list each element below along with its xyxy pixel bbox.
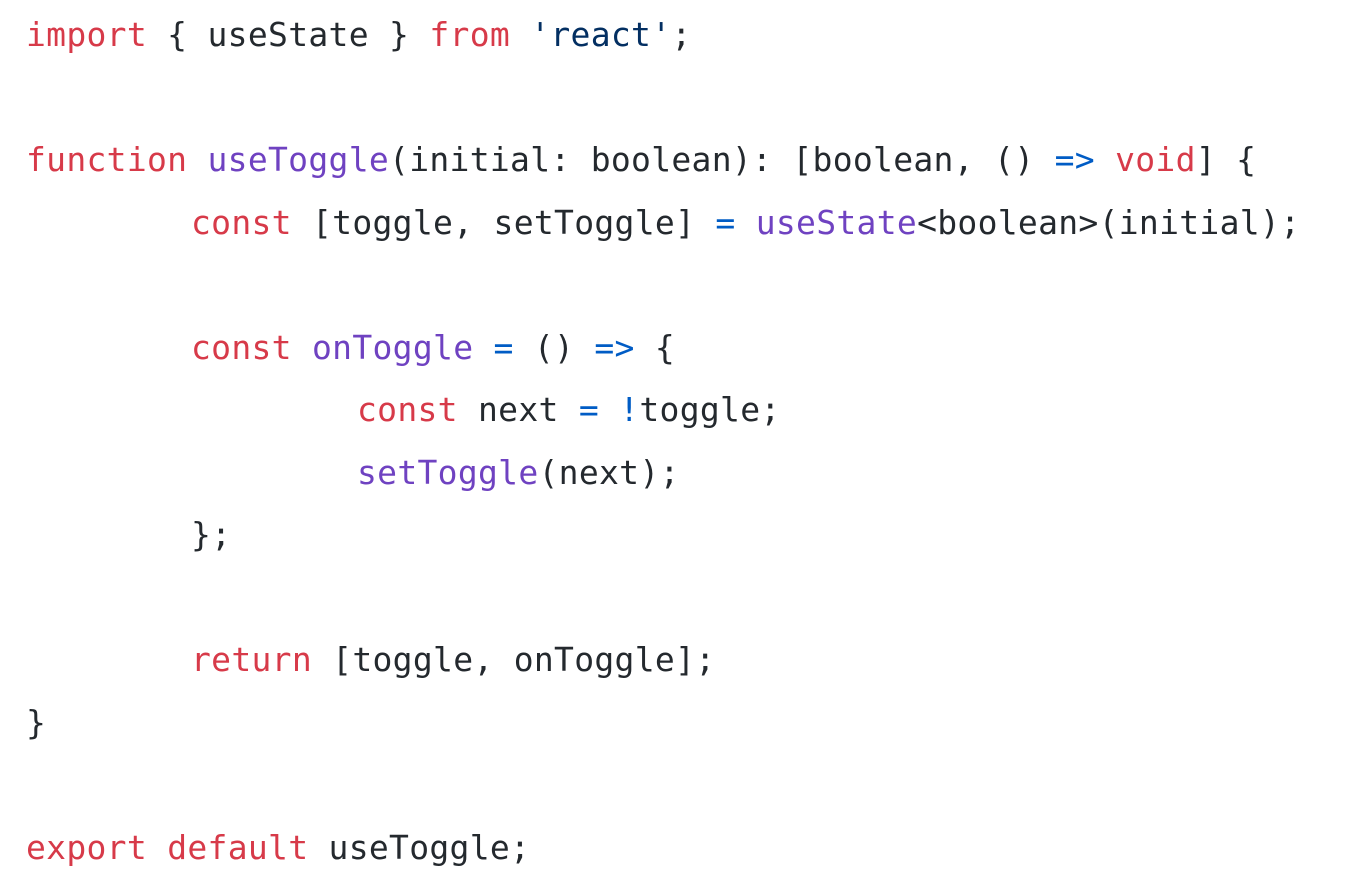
code-space (187, 140, 207, 179)
assign-operator: = (494, 328, 514, 367)
code-line-14: export default useToggle; (26, 817, 1346, 879)
string-literal: 'react' (530, 15, 671, 54)
keyword-const: const (191, 203, 292, 242)
code-text: next (458, 390, 579, 429)
keyword-void: void (1115, 140, 1196, 179)
keyword-return: return (191, 640, 312, 679)
function-name: setToggle (357, 453, 539, 492)
code-line-2 (26, 67, 1346, 130)
code-line-1: import { useState } from 'react'; (26, 4, 1346, 67)
code-line-9: }; (26, 504, 1346, 567)
code-line-8: setToggle(next); (26, 442, 1346, 505)
code-space (599, 390, 619, 429)
code-text: useToggle; (308, 828, 530, 867)
not-operator: ! (619, 390, 639, 429)
code-text: (initial: boolean): [boolean, () (389, 140, 1055, 179)
function-name: useState (756, 203, 917, 242)
keyword-from: from (429, 15, 510, 54)
keyword-default: default (167, 828, 308, 867)
code-text: <boolean>(initial); (917, 203, 1300, 242)
keyword-export: export (26, 828, 147, 867)
code-text: { useState } (147, 15, 429, 54)
keyword-import: import (26, 15, 147, 54)
code-line-5 (26, 254, 1346, 317)
code-text: ; (671, 15, 691, 54)
code-line-11: return [toggle, onToggle]; (26, 629, 1346, 692)
code-text: () (514, 328, 595, 367)
code-space (473, 328, 493, 367)
code-space (147, 828, 167, 867)
keyword-const: const (357, 390, 458, 429)
code-text: } (26, 703, 46, 742)
keyword-function: function (26, 140, 187, 179)
function-name: useToggle (208, 140, 390, 179)
assign-operator: = (579, 390, 599, 429)
code-text: toggle; (639, 390, 780, 429)
arrow-operator: => (1055, 140, 1095, 179)
code-line-3: function useToggle(initial: boolean): [b… (26, 129, 1346, 192)
code-line-7: const next = !toggle; (26, 379, 1346, 442)
code-text: (next); (539, 453, 680, 492)
function-name: onToggle (312, 328, 473, 367)
code-space (1095, 140, 1115, 179)
code-line-10 (26, 567, 1346, 630)
code-text: [toggle, onToggle]; (312, 640, 715, 679)
code-line-6: const onToggle = () => { (26, 317, 1346, 380)
arrow-operator: => (594, 328, 634, 367)
code-space (292, 328, 312, 367)
code-line-4: const [toggle, setToggle] = useState<boo… (26, 192, 1346, 255)
assign-operator: = (715, 203, 735, 242)
code-space (736, 203, 756, 242)
code-text: { (635, 328, 675, 367)
code-space (510, 15, 530, 54)
code-line-13 (26, 754, 1346, 817)
code-text: [toggle, setToggle] (292, 203, 716, 242)
keyword-const: const (191, 328, 292, 367)
code-line-12: } (26, 692, 1346, 755)
code-text: }; (191, 515, 231, 554)
code-view: import { useState } from 'react'; functi… (26, 4, 1346, 872)
code-text: ] { (1196, 140, 1257, 179)
